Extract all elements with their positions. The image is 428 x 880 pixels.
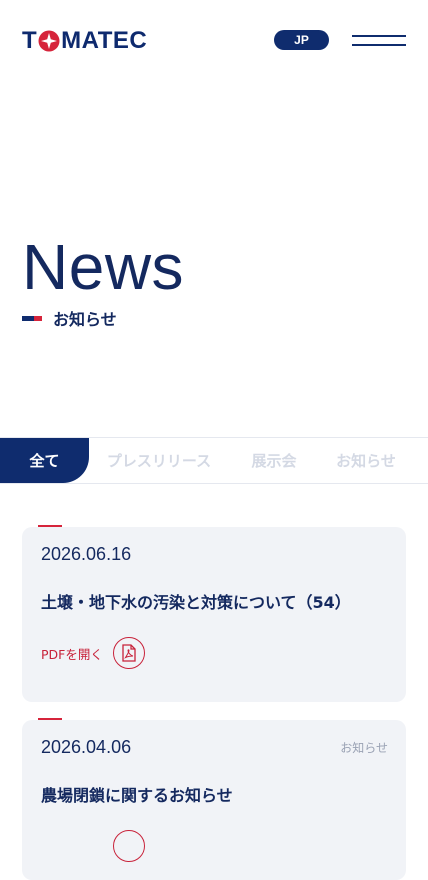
language-switch-button[interactable]: JP	[274, 30, 329, 50]
news-category: お知らせ	[340, 741, 388, 755]
news-title[interactable]: 農場閉鎖に関するお知らせ	[41, 782, 233, 806]
news-date: 2026.04.06	[41, 737, 132, 757]
hamburger-menu-icon[interactable]	[352, 33, 406, 49]
tab-press-release[interactable]: プレスリリース	[99, 438, 219, 483]
page-subtitle-text: お知らせ	[53, 310, 117, 329]
logo-star-icon	[38, 30, 60, 52]
logo-wordmark: T MATEC	[22, 29, 147, 53]
logo-text-left: T	[22, 27, 38, 54]
page-title: News	[22, 231, 185, 303]
card-accent-tick	[38, 525, 62, 527]
open-pdf-link[interactable]: PDFを開く	[41, 637, 145, 669]
open-pdf-label: PDFを開く	[41, 646, 103, 662]
news-card[interactable]: 2026.04.06 お知らせ 農場閉鎖に関するお知らせ	[22, 718, 406, 880]
news-title[interactable]: 土壌・地下水の汚染と対策について（54）	[41, 589, 351, 613]
menu-line-bottom	[352, 44, 406, 46]
pdf-file-icon[interactable]	[112, 637, 145, 669]
pdf-file-icon[interactable]	[113, 830, 145, 862]
accent-bar-red	[34, 315, 42, 321]
tab-all[interactable]: 全て	[0, 438, 89, 483]
tab-exhibition[interactable]: 展示会	[238, 438, 310, 483]
logo-text-right: MATEC	[61, 27, 148, 54]
menu-line-top	[352, 35, 406, 37]
tomatec-logo[interactable]: T MATEC	[22, 29, 147, 53]
category-tabs: 全て プレスリリース 展示会 お知らせ	[0, 437, 428, 484]
accent-bar-navy	[22, 315, 34, 321]
tab-notice[interactable]: お知らせ	[326, 438, 406, 483]
news-date: 2026.06.16	[41, 544, 132, 564]
page-subtitle: お知らせ	[22, 307, 117, 329]
site-header: T MATEC JP	[0, 0, 428, 84]
pdf-glyph-icon	[122, 644, 136, 662]
open-pdf-link[interactable]	[41, 830, 145, 862]
subtitle-accent-bar	[22, 315, 42, 321]
card-accent-tick	[38, 718, 62, 720]
news-card[interactable]: 2026.06.16 土壌・地下水の汚染と対策について（54） PDFを開く	[22, 525, 406, 702]
